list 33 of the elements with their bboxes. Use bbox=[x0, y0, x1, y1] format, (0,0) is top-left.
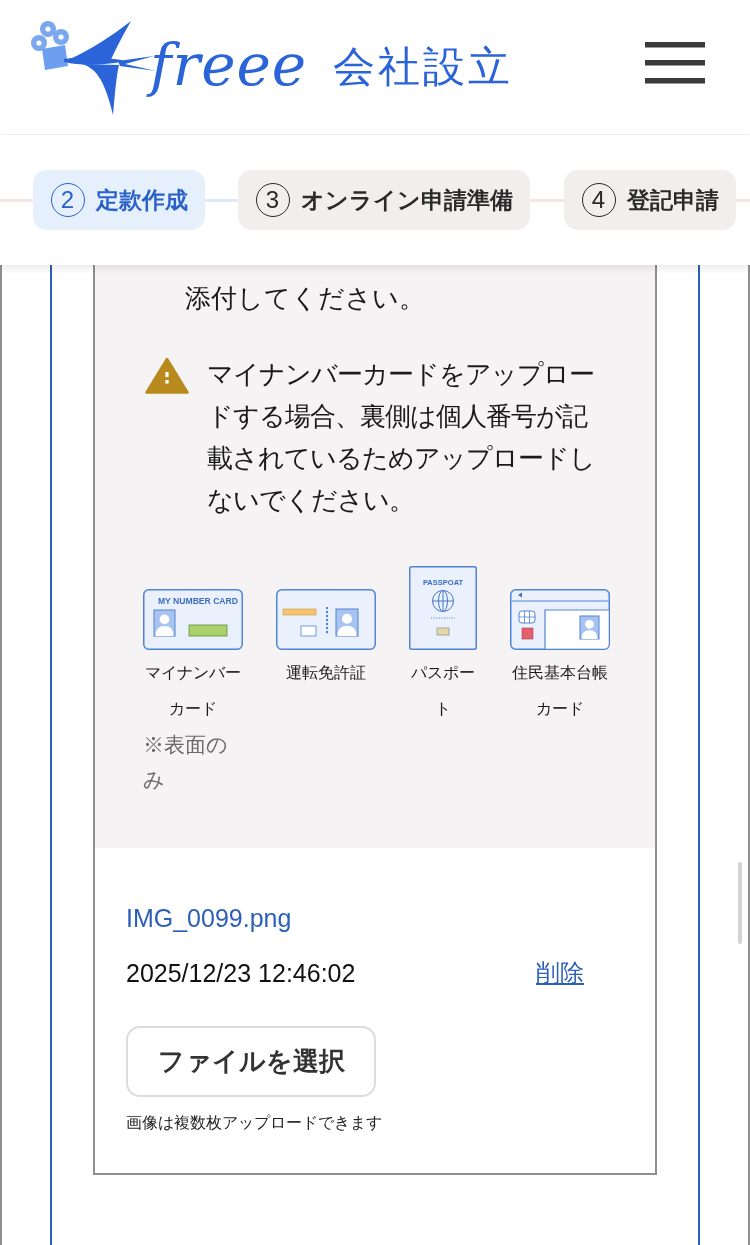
document-label: パスポート bbox=[410, 663, 476, 719]
menu-icon bbox=[645, 42, 705, 84]
document-label: 運転免許証 bbox=[285, 663, 367, 683]
logo-product-name: 会社設立 bbox=[333, 46, 514, 88]
warning-text: マイナンバーカードをアップロードする場合、裏側は個人番号が記載されているためアップロードしないでください。 bbox=[207, 358, 596, 517]
document-label: マイナンバーカード bbox=[144, 663, 242, 719]
card-field bbox=[300, 625, 317, 637]
upload-timestamp: 2025/12/23 12:46:02 bbox=[126, 958, 356, 988]
chip-icon bbox=[436, 627, 450, 636]
delete-link[interactable]: 削除 bbox=[536, 958, 584, 988]
card-heading: MY NUMBER CARD bbox=[157, 595, 238, 606]
globe-icon bbox=[432, 590, 454, 612]
triangle-icon bbox=[518, 592, 522, 598]
upload-hint: 画像は複数枚アップロードできます bbox=[126, 1113, 382, 1133]
select-file-button[interactable]: ファイルを選択 bbox=[126, 1026, 376, 1097]
portrait-icon bbox=[153, 609, 176, 637]
instruction-text: 添付してください。 bbox=[185, 282, 425, 315]
step-tab[interactable]: 3 オンライン申請準備 bbox=[238, 170, 530, 230]
dotted-line bbox=[430, 617, 456, 619]
portrait-icon bbox=[335, 608, 359, 637]
chip-icon bbox=[518, 610, 536, 624]
warning-icon bbox=[145, 357, 189, 394]
document-label: 住民基本台帳カード bbox=[511, 663, 609, 719]
card-seal bbox=[521, 627, 534, 640]
document-note: ※表面のみ bbox=[143, 732, 229, 793]
card-stripe bbox=[282, 608, 317, 616]
file-link[interactable]: IMG_0099.png bbox=[126, 903, 292, 933]
menu-button[interactable] bbox=[645, 42, 705, 84]
dotted-line bbox=[326, 607, 328, 634]
card-stripe bbox=[188, 624, 228, 637]
portrait-icon bbox=[579, 615, 600, 640]
step-tab[interactable]: 2 定款作成 bbox=[33, 170, 205, 230]
step-tab[interactable]: 4 登記申請 bbox=[564, 170, 736, 230]
